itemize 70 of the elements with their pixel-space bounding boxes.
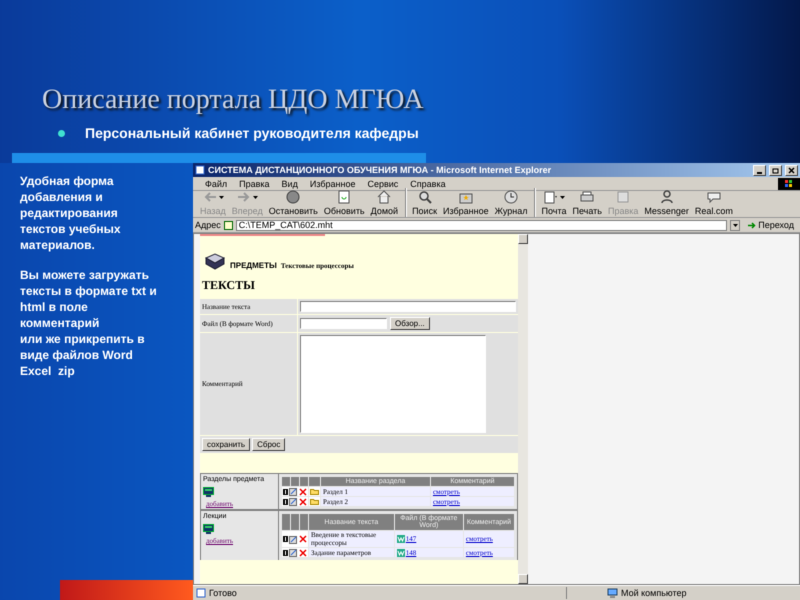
document-icon <box>224 220 233 230</box>
edit-icon <box>289 534 298 544</box>
person-icon <box>658 189 675 205</box>
maximize-button[interactable] <box>769 164 782 176</box>
caret-icon <box>560 196 565 198</box>
dropdown-button[interactable] <box>730 220 740 230</box>
file-field[interactable] <box>300 318 387 329</box>
close-button[interactable] <box>785 164 798 176</box>
slide-title: Описание портала ЦДО МГЮА <box>42 84 424 116</box>
menu-item[interactable]: Вид <box>276 178 304 188</box>
menu-item[interactable]: Избранное <box>304 178 362 188</box>
bullet-text: Персональный кабинет руководителя кафедры <box>85 125 419 141</box>
page-icon <box>196 588 206 598</box>
restore-icon <box>772 166 779 174</box>
toolbar-button[interactable]: Избранное <box>440 188 492 217</box>
delete-icon <box>299 535 307 543</box>
form-button[interactable]: сохранить <box>202 438 250 451</box>
toolbar-button[interactable]: Поиск <box>405 188 440 217</box>
toolbar-button[interactable]: Печать <box>569 188 605 217</box>
toolbar-button[interactable]: Остановить <box>266 188 321 217</box>
note-paragraph: Удобная форма добавления и редактирования текстов учебных материалов. <box>20 173 122 253</box>
mail-icon <box>542 189 559 205</box>
close-icon <box>788 166 795 174</box>
form-button[interactable]: Сброс <box>252 438 286 451</box>
arrow-right-icon <box>747 220 756 230</box>
edit-icon <box>289 487 298 496</box>
search-icon <box>416 189 433 205</box>
caret-icon <box>253 196 258 198</box>
toolbar-button[interactable]: Почта <box>534 188 570 217</box>
minimize-button[interactable] <box>753 164 766 176</box>
delete-icon <box>299 488 307 496</box>
toolbar-button[interactable]: Журнал <box>492 188 530 217</box>
menu-item[interactable]: Сервис <box>361 178 404 188</box>
stop-icon <box>285 189 302 205</box>
document-icon <box>396 548 405 556</box>
note-paragraph: Вы можете загружать тексты в формате txt и html в поле комментарий или же прикрепить в виде файлов Word Excel zip <box>20 267 158 379</box>
toolbar-button[interactable]: Real.com <box>692 188 736 217</box>
menu-item[interactable]: Справка <box>404 178 452 188</box>
section-label: ПРЕДМЕТЫ <box>230 261 277 270</box>
address-field[interactable]: C:\TEMP_CAT\602.mht <box>236 220 728 230</box>
delete-icon <box>299 498 307 506</box>
scrollbar[interactable] <box>518 234 528 584</box>
browse-button[interactable]: Обзор... <box>390 317 430 330</box>
document-icon <box>396 535 405 543</box>
caret-icon <box>218 196 224 198</box>
edit-icon <box>289 548 298 557</box>
page-heading: ТЕКСТЫ <box>202 278 256 293</box>
zone-text: Мой компьютер <box>621 588 687 598</box>
bullet-dot <box>58 130 65 136</box>
status-text: Готово <box>209 588 238 598</box>
page-icon <box>195 165 205 175</box>
menu-item[interactable]: Правка <box>233 178 276 188</box>
caret-icon <box>732 224 738 226</box>
text-field[interactable] <box>300 301 516 312</box>
monitor-icon <box>203 524 214 534</box>
go-button[interactable]: Переход <box>743 220 798 230</box>
toolbar-button[interactable]: Домой <box>368 188 402 217</box>
comment-field[interactable] <box>300 335 486 433</box>
delete-icon <box>299 548 307 556</box>
flag-icon <box>784 180 794 188</box>
computer-icon <box>607 588 618 598</box>
menu-item[interactable]: Файл <box>199 178 234 188</box>
toolbar-button[interactable]: Обновить <box>320 188 368 217</box>
edit-icon <box>289 497 298 506</box>
toolbar-button[interactable]: Messenger <box>641 188 692 217</box>
monitor-icon <box>203 487 214 497</box>
home-icon <box>376 189 392 205</box>
address-label: Адрес <box>195 220 221 230</box>
clock-icon <box>503 189 520 205</box>
window-title: СИСТЕМА ДИСТАНЦИОННОГО ОБУЧЕНИЯ МГЮА - Microsoft Internet Explorer <box>208 165 552 175</box>
